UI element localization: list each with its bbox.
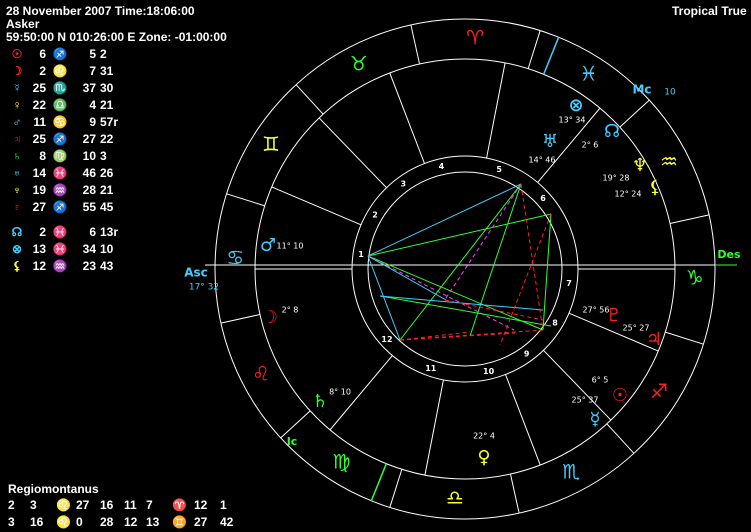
wheel-planet-degree: 11° 10	[277, 242, 304, 251]
sign-boundary	[280, 410, 311, 439]
wheel-planet-icon: ♀	[477, 447, 490, 468]
chart-wheel: ♈♉♊♋♌♍♎♏♐♑♒♓1234 56789101112Asc17° 32DesM…	[184, 18, 741, 520]
sign-boundary	[220, 313, 261, 324]
zodiac-sign-icon: ♓	[580, 62, 598, 86]
wheel-planet-icon: ☊	[604, 121, 620, 142]
aspect-line	[399, 332, 516, 341]
wheel-planet-icon: ♄	[312, 391, 328, 412]
sign-boundary	[509, 473, 520, 514]
wheel-planet-degree: 25° 37	[572, 396, 599, 405]
wheel-planet-icon: ☉	[612, 385, 628, 406]
zodiac-sign-icon: ♏	[562, 460, 580, 484]
mc-label: Mc	[632, 83, 651, 97]
sign-boundary	[410, 24, 421, 65]
house-cusp-line	[486, 62, 506, 159]
aspect-line	[399, 183, 522, 341]
sign-boundary	[665, 331, 704, 345]
wheel-planet-degree: 27° 56	[583, 306, 610, 315]
wheel-planet-degree: 12° 24	[615, 190, 642, 199]
wheel-planet-icon: ☿	[589, 409, 600, 430]
aspect-line	[367, 255, 544, 331]
sign-boundary	[619, 99, 650, 128]
ic-axis-mark	[370, 463, 388, 502]
aspect-line	[542, 213, 552, 331]
wheel-planet-degree: 8° 10	[329, 388, 351, 397]
house-number: 12	[381, 335, 392, 344]
house-cusp-line	[318, 117, 387, 189]
wheel-planet-degree: 14° 46	[529, 156, 556, 165]
wheel-planet-degree: 2° 8	[282, 306, 299, 315]
aspect-line	[367, 255, 515, 331]
house-cusp-line	[424, 379, 444, 476]
house-number: 9	[524, 349, 530, 358]
zodiac-sign-icon: ♍	[332, 449, 350, 473]
wheel-planet-icon: ♂	[260, 235, 276, 256]
wheel-planet-icon: ♅	[542, 131, 558, 152]
wheel-planet-degree: 6° 5	[592, 376, 609, 385]
house-outer-ring	[351, 155, 579, 383]
sign-boundary	[295, 84, 324, 115]
sign-boundary	[527, 30, 541, 69]
mc-axis-mark	[542, 36, 560, 75]
house-inner-ring	[367, 171, 563, 367]
wheel-planet-degree: 22° 4	[473, 432, 495, 441]
zodiac-sign-icon: ♒	[660, 149, 678, 173]
zodiac-sign-icon: ♈	[466, 26, 484, 50]
zodiac-sign-icon: ♐	[650, 379, 668, 403]
wheel-planet-icon: ⊗	[568, 95, 583, 116]
house-number: 5	[496, 165, 502, 174]
house-number: 11	[425, 364, 437, 373]
zodiac-sign-icon: ♊	[262, 132, 280, 156]
wheel-planet-icon: ☽	[262, 307, 278, 328]
zodiac-sign-icon: ♑	[686, 266, 704, 290]
sign-boundary	[389, 469, 403, 508]
aspect-line	[367, 183, 522, 257]
house-number: 10	[483, 367, 495, 376]
zodiac-sign-icon: ♉	[350, 51, 368, 75]
wheel-planet-icon: ⚸	[648, 177, 661, 198]
house-number: 4	[439, 162, 445, 171]
ic-label: Ic	[287, 435, 298, 448]
house-number: 6	[540, 194, 546, 203]
zodiac-sign-icon: ♋	[226, 245, 244, 269]
des-label: Des	[717, 248, 741, 261]
house-cusp-line	[271, 186, 362, 226]
house-number: 2	[372, 210, 378, 219]
aspect-line	[367, 255, 447, 301]
wheel-planet-degree: 13° 34	[559, 116, 586, 125]
asc-degree: 17° 32	[189, 283, 219, 293]
wheel-planet-icon: ♆	[632, 155, 648, 176]
house-cusp-line	[505, 374, 541, 466]
wheel-planet-degree: 2° 6	[582, 141, 599, 150]
mc-degree: 10	[664, 88, 676, 98]
house-number: 8	[552, 319, 558, 328]
wheel-planet-degree: 25° 27	[623, 324, 650, 333]
house-number: 3	[400, 180, 406, 189]
sign-boundary	[606, 423, 635, 454]
zodiac-sign-icon: ♎	[446, 485, 464, 509]
house-number: 7	[566, 279, 572, 288]
sign-boundary	[226, 193, 265, 207]
house-number: 1	[358, 250, 364, 259]
sign-boundary	[669, 214, 710, 225]
zodiac-sign-icon: ♌	[252, 362, 270, 386]
aspect-line	[367, 213, 552, 257]
house-cusp-line	[389, 72, 425, 164]
wheel-planet-degree: 19° 28	[603, 174, 630, 183]
asc-label: Asc	[184, 266, 208, 280]
house-cusp-line	[543, 349, 612, 421]
aspect-line	[379, 295, 552, 327]
